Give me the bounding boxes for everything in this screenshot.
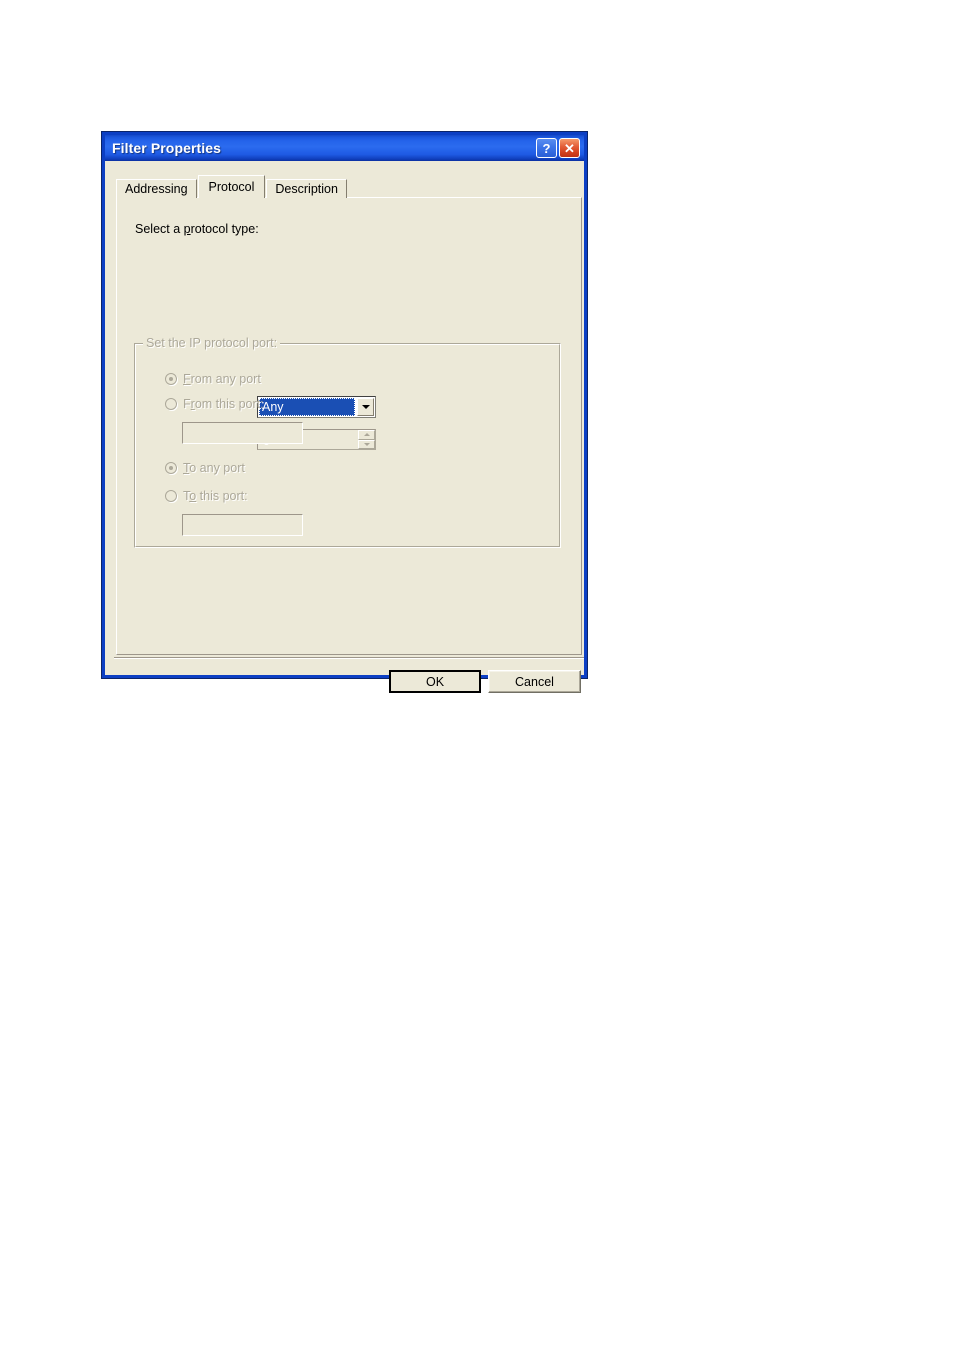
cancel-button[interactable]: Cancel bbox=[488, 670, 581, 693]
tab-protocol[interactable]: Protocol bbox=[197, 175, 266, 198]
to-this-port-post: this port: bbox=[196, 489, 248, 503]
radio-filled-icon bbox=[165, 462, 177, 474]
ok-button[interactable]: OK bbox=[389, 670, 481, 693]
radio-from-this-port: From this port: bbox=[165, 397, 264, 411]
ip-protocol-port-groupbox-title: Set the IP protocol port: bbox=[143, 336, 281, 350]
dialog-titlebar[interactable]: Filter Properties ? ✕ bbox=[105, 135, 584, 161]
close-icon[interactable]: ✕ bbox=[559, 138, 580, 158]
radio-empty-icon bbox=[165, 490, 177, 502]
protocol-label-post: rotocol type: bbox=[190, 222, 259, 236]
from-port-input bbox=[182, 422, 303, 444]
radio-to-any-port: To any port bbox=[165, 461, 245, 475]
dialog-title: Filter Properties bbox=[112, 140, 222, 156]
dialog-client-area: Addressing Protocol Description Select a… bbox=[105, 161, 584, 693]
tab-strip: Addressing Protocol Description bbox=[116, 175, 348, 198]
radio-to-this-port-label: To this port: bbox=[183, 489, 248, 503]
radio-from-this-port-label: From this port: bbox=[183, 397, 264, 411]
protocol-label-accelerator: p bbox=[183, 222, 191, 236]
ip-protocol-port-groupbox: Set the IP protocol port: From any port … bbox=[134, 336, 561, 548]
protocol-label-pre: Select a bbox=[135, 222, 184, 236]
radio-to-this-port: To this port: bbox=[165, 489, 248, 503]
from-any-port-accelerator: F bbox=[183, 372, 191, 386]
from-this-port-post: om this port: bbox=[194, 397, 264, 411]
filter-properties-dialog: Filter Properties ? ✕ Addressing Protoco… bbox=[101, 131, 588, 693]
to-port-input bbox=[182, 514, 303, 536]
protocol-type-label: Select a protocol type: bbox=[135, 222, 259, 236]
radio-from-any-port: From any port bbox=[165, 372, 261, 386]
titlebar-button-group: ? ✕ bbox=[536, 138, 584, 158]
from-any-port-post: rom any port bbox=[190, 372, 261, 386]
to-any-port-post: o any port bbox=[189, 461, 245, 475]
radio-to-any-port-label: To any port bbox=[183, 461, 245, 475]
radio-from-any-port-label: From any port bbox=[183, 372, 261, 386]
tab-description[interactable]: Description bbox=[266, 179, 347, 198]
from-this-port-pre: F bbox=[183, 397, 191, 411]
help-icon[interactable]: ? bbox=[536, 138, 557, 158]
tab-addressing[interactable]: Addressing bbox=[116, 179, 197, 198]
radio-filled-icon bbox=[165, 373, 177, 385]
radio-empty-icon bbox=[165, 398, 177, 410]
button-bar-separator bbox=[114, 657, 584, 659]
